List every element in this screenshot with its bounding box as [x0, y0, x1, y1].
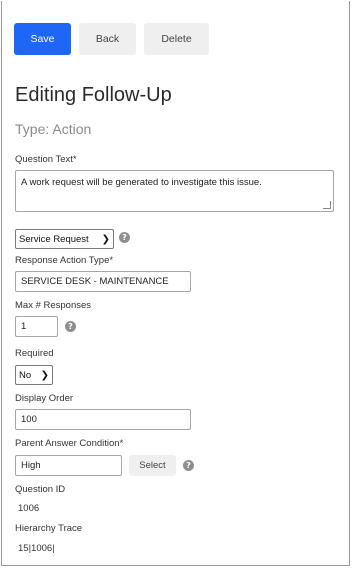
- required-selected: No: [19, 369, 32, 381]
- hierarchy-trace-value: 15|1006|: [18, 543, 55, 554]
- request-type-selected: Service Request: [19, 233, 89, 245]
- toolbar: Save Back Delete: [14, 23, 209, 55]
- help-icon[interactable]: ?: [183, 460, 194, 471]
- save-button[interactable]: Save: [14, 23, 71, 55]
- page-subtitle-type: Type: Action: [15, 121, 92, 137]
- max-responses-label: Max # Responses: [15, 300, 92, 311]
- help-icon[interactable]: ?: [119, 232, 130, 243]
- required-select[interactable]: No ❯: [15, 365, 53, 385]
- delete-button[interactable]: Delete: [144, 23, 209, 55]
- question-text-value: A work request will be generated to inve…: [21, 177, 262, 188]
- response-action-type-label: Response Action Type*: [15, 255, 114, 266]
- display-order-input[interactable]: 100: [15, 409, 191, 430]
- parent-answer-condition-input[interactable]: High: [15, 455, 122, 476]
- max-responses-input[interactable]: 1: [15, 316, 58, 337]
- required-label: Required: [15, 348, 54, 359]
- display-order-label: Display Order: [15, 393, 74, 404]
- question-id-value: 1006: [18, 503, 40, 514]
- back-button[interactable]: Back: [79, 23, 136, 55]
- response-action-type-input[interactable]: SERVICE DESK - MAINTENANCE: [15, 271, 191, 292]
- question-text-area[interactable]: A work request will be generated to inve…: [15, 170, 334, 212]
- question-text-label: Question Text*: [15, 154, 77, 165]
- question-id-label: Question ID: [15, 484, 66, 495]
- chevron-down-icon: ❯: [40, 369, 49, 381]
- request-type-select[interactable]: Service Request ❯: [15, 229, 114, 249]
- help-icon[interactable]: ?: [65, 321, 76, 332]
- parent-answer-condition-label: Parent Answer Condition*: [15, 438, 124, 449]
- resize-grip-icon[interactable]: [323, 201, 331, 209]
- chevron-down-icon: ❯: [101, 233, 110, 245]
- hierarchy-trace-label: Hierarchy Trace: [15, 523, 83, 534]
- page-title: Editing Follow-Up: [15, 84, 172, 106]
- select-button[interactable]: Select: [129, 455, 176, 476]
